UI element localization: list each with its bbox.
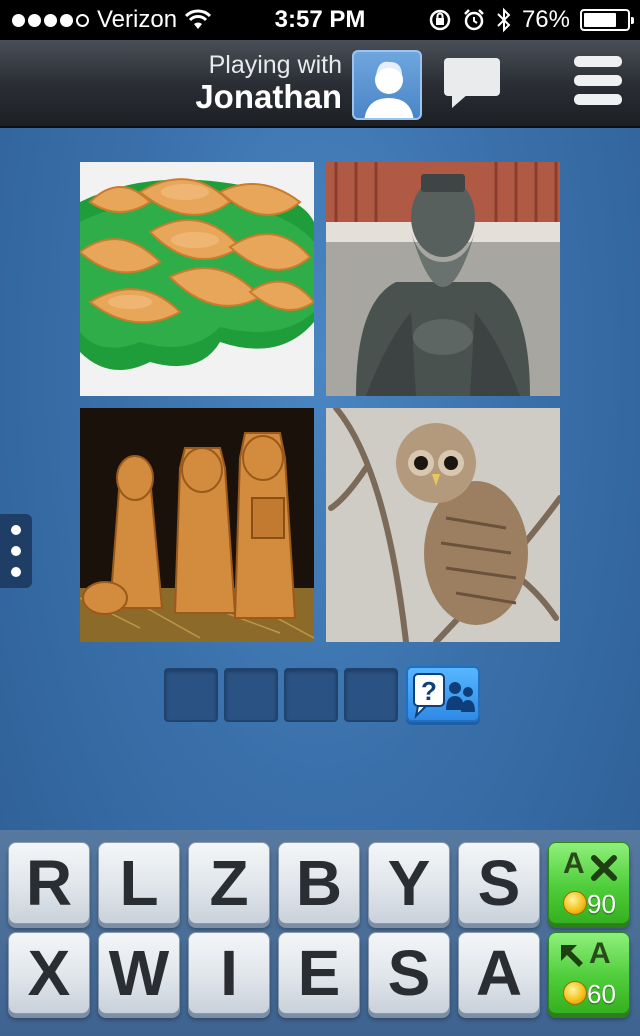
reveal-letter-cost: 60: [587, 979, 616, 1009]
remove-x-icon: [591, 855, 617, 881]
avatar-icon[interactable]: [352, 50, 422, 120]
letter-key[interactable]: Z: [188, 842, 270, 924]
arrow-reveal-icon: [561, 945, 583, 967]
svg-text:?: ?: [421, 676, 437, 706]
puzzle-image-fortune-cookies: [80, 162, 314, 396]
battery-icon: [580, 9, 634, 31]
puzzle-image-owl: [326, 408, 560, 642]
letter-key[interactable]: R: [8, 842, 90, 924]
puzzle-image-confucius-statue: [326, 162, 560, 396]
reveal-letter-button[interactable]: A 60: [548, 932, 630, 1014]
answer-slot-2[interactable]: [224, 668, 278, 722]
side-menu-dots-icon[interactable]: [0, 514, 32, 588]
letter-key[interactable]: B: [278, 842, 360, 924]
answer-slot-1[interactable]: [164, 668, 218, 722]
answer-slot-4[interactable]: [344, 668, 398, 722]
letter-key[interactable]: X: [8, 932, 90, 1014]
puzzle-image-three-wise-men: [80, 408, 314, 642]
alarm-icon: [464, 9, 484, 31]
letter-key[interactable]: S: [368, 932, 450, 1014]
question-friends-icon: ?: [413, 673, 475, 720]
letter-key[interactable]: Y: [368, 842, 450, 924]
menu-icon[interactable]: [574, 56, 622, 112]
opponent-name: Jonathan: [195, 78, 342, 115]
game-header: Playing with Jonathan: [0, 40, 640, 128]
remove-letter-glyph: A: [563, 847, 585, 880]
letter-key[interactable]: W: [98, 932, 180, 1014]
lock-rotation-icon: [429, 9, 451, 31]
remove-letters-cost: 90: [587, 889, 616, 919]
ask-friends-button[interactable]: ?: [406, 666, 480, 722]
coin-icon: [563, 981, 587, 1005]
letter-key[interactable]: A: [458, 932, 540, 1014]
chat-button[interactable]: [442, 56, 502, 112]
playing-with-label: Playing with: [208, 51, 342, 79]
reveal-letter-glyph: A: [589, 937, 611, 970]
remove-letters-button[interactable]: A 90: [548, 842, 630, 924]
answer-slot-3[interactable]: [284, 668, 338, 722]
letter-keyboard: R L Z B Y S A 90 X W I E S A A 60: [0, 830, 640, 1036]
battery-percent: 76%: [521, 6, 570, 33]
status-bar: Verizon 3:57 PM 76%: [0, 0, 640, 40]
letter-key[interactable]: S: [458, 842, 540, 924]
bluetooth-icon: [497, 7, 511, 33]
status-icons: 76%: [428, 6, 634, 34]
letter-key[interactable]: L: [98, 842, 180, 924]
coin-icon: [563, 891, 587, 915]
chat-bubble-icon: [444, 58, 500, 108]
letter-key[interactable]: I: [188, 932, 270, 1014]
letter-key[interactable]: E: [278, 932, 360, 1014]
opponent-info: Playing with Jonathan: [195, 51, 342, 116]
